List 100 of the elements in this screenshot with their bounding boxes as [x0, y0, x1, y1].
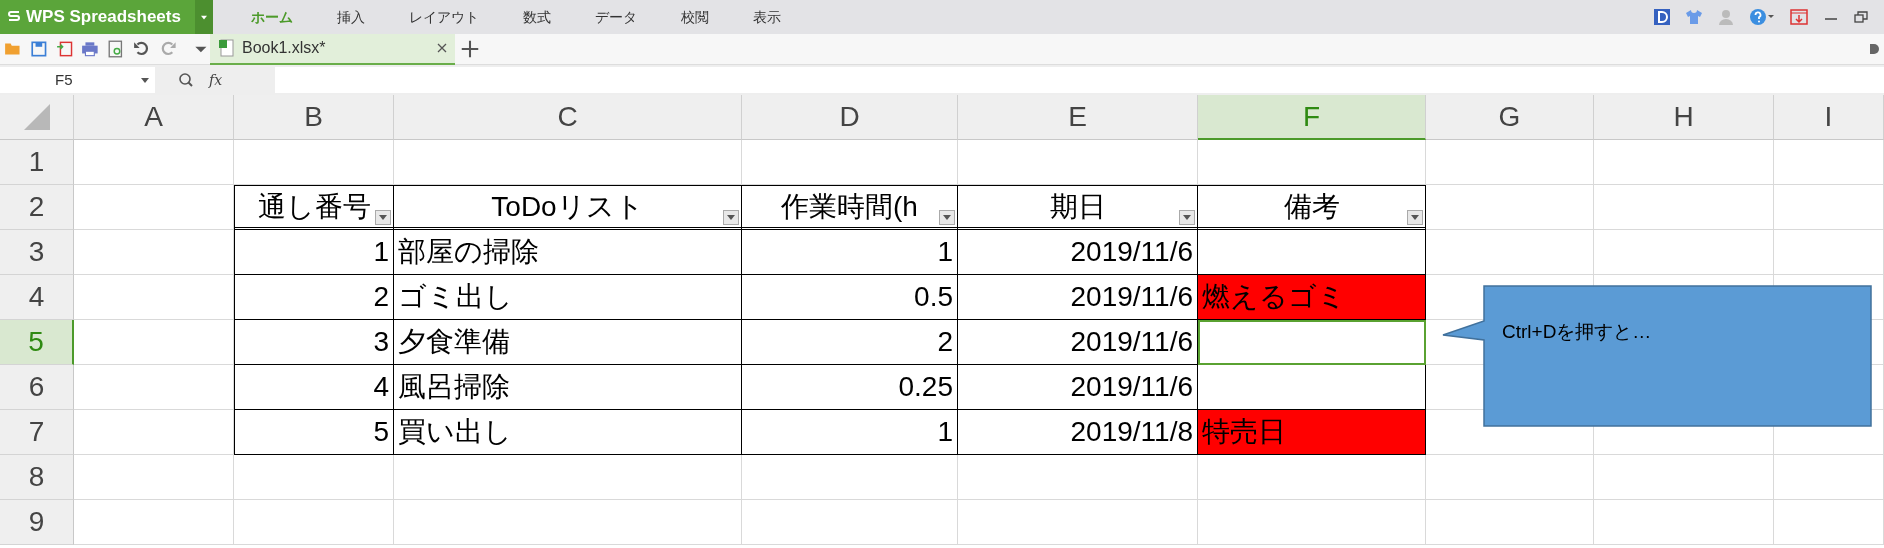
grid-cell[interactable]: [74, 185, 234, 230]
ribbon-tab[interactable]: 挿入: [314, 0, 387, 34]
grid-cell[interactable]: [1594, 185, 1774, 230]
column-header[interactable]: C: [394, 95, 742, 140]
grid-cell[interactable]: [394, 140, 742, 185]
grid-cell[interactable]: [1594, 500, 1774, 545]
search-icon[interactable]: [179, 73, 193, 87]
grid-cell[interactable]: [394, 455, 742, 500]
table-cell[interactable]: 夕食準備: [394, 320, 742, 365]
row-header[interactable]: 1: [0, 140, 74, 185]
document-tab[interactable]: Book1.xlsx*: [210, 33, 455, 65]
table-cell[interactable]: 1: [742, 230, 958, 275]
row-header[interactable]: 9: [0, 500, 74, 545]
caret-icon[interactable]: [200, 14, 207, 20]
caret-icon[interactable]: [379, 215, 387, 220]
row-header[interactable]: 6: [0, 365, 74, 410]
grid-cell[interactable]: [394, 500, 742, 545]
grid-cell[interactable]: [1198, 500, 1426, 545]
caret-icon[interactable]: [943, 215, 951, 220]
name-box[interactable]: F5: [0, 67, 155, 93]
skin-icon[interactable]: [1868, 43, 1880, 55]
ribbon-tab[interactable]: 数式: [500, 0, 573, 34]
column-header[interactable]: E: [958, 95, 1198, 140]
row-header[interactable]: 8: [0, 455, 74, 500]
select-all-icon[interactable]: [23, 104, 50, 130]
filter-button[interactable]: [375, 210, 391, 225]
grid-cell[interactable]: [234, 140, 394, 185]
grid-cell[interactable]: [1198, 140, 1426, 185]
close-icon[interactable]: [437, 43, 447, 53]
table-cell[interactable]: 2019/11/6: [958, 320, 1198, 365]
column-header[interactable]: I: [1774, 95, 1884, 140]
grid-cell[interactable]: [1774, 500, 1884, 545]
grid-cell[interactable]: [742, 455, 958, 500]
row-header[interactable]: 7: [0, 410, 74, 455]
grid-cell[interactable]: [958, 455, 1198, 500]
restore-icon[interactable]: [1854, 10, 1868, 24]
grid-cell[interactable]: [1426, 500, 1594, 545]
caret-icon[interactable]: [727, 215, 735, 220]
table-cell[interactable]: 2019/11/6: [958, 365, 1198, 410]
grid-cell[interactable]: [958, 500, 1198, 545]
table-cell[interactable]: 2: [742, 320, 958, 365]
grid-cell[interactable]: [74, 410, 234, 455]
filter-button[interactable]: [939, 210, 955, 225]
grid-cell[interactable]: [1774, 140, 1884, 185]
column-header[interactable]: B: [234, 95, 394, 140]
table-cell[interactable]: 風呂掃除: [394, 365, 742, 410]
table-cell[interactable]: 1: [742, 410, 958, 455]
ribbon-tab[interactable]: 校閲: [658, 0, 731, 34]
grid-cell[interactable]: [742, 500, 958, 545]
grid-cell[interactable]: [1426, 185, 1594, 230]
help-icon[interactable]: [1750, 9, 1774, 25]
table-cell[interactable]: ゴミ出し: [394, 275, 742, 320]
grid-cell[interactable]: [1774, 455, 1884, 500]
table-cell[interactable]: 燃えるゴミ: [1198, 275, 1426, 320]
grid-cell[interactable]: [74, 320, 234, 365]
download-icon[interactable]: [1790, 9, 1808, 25]
column-header[interactable]: A: [74, 95, 234, 140]
grid-cell[interactable]: [74, 230, 234, 275]
filter-button[interactable]: [723, 210, 739, 225]
grid-cell[interactable]: [1426, 455, 1594, 500]
grid-cell[interactable]: [1774, 230, 1884, 275]
grid-cell[interactable]: [74, 500, 234, 545]
tab-label[interactable]: Book1.xlsx*: [242, 36, 429, 60]
shirt-icon[interactable]: [1686, 9, 1702, 25]
table-cell[interactable]: 0.5: [742, 275, 958, 320]
table-cell[interactable]: [1198, 320, 1426, 365]
grid-cell[interactable]: [1594, 230, 1774, 275]
table-cell[interactable]: 0.25: [742, 365, 958, 410]
grid-cell[interactable]: [1774, 185, 1884, 230]
grid-cell[interactable]: [74, 275, 234, 320]
table-cell[interactable]: 2: [234, 275, 394, 320]
user-icon[interactable]: [1718, 9, 1734, 25]
grid-cell[interactable]: [1426, 140, 1594, 185]
preview-icon[interactable]: [107, 38, 125, 60]
table-cell[interactable]: 特売日: [1198, 410, 1426, 455]
row-header[interactable]: 2: [0, 185, 74, 230]
grid-cell[interactable]: [958, 140, 1198, 185]
table-cell[interactable]: 4: [234, 365, 394, 410]
table-cell[interactable]: 買い出し: [394, 410, 742, 455]
caret-icon[interactable]: [1411, 215, 1419, 220]
filter-button[interactable]: [1407, 210, 1423, 225]
grid-cell[interactable]: [234, 500, 394, 545]
grid-cell[interactable]: [1426, 230, 1594, 275]
column-header[interactable]: G: [1426, 95, 1594, 140]
caret-icon[interactable]: [1183, 215, 1191, 220]
table-cell[interactable]: 1: [234, 230, 394, 275]
grid-cell[interactable]: [1594, 140, 1774, 185]
grid-cell[interactable]: [74, 140, 234, 185]
table-cell[interactable]: 3: [234, 320, 394, 365]
grid-cell[interactable]: [1594, 455, 1774, 500]
function-label[interactable]: fx: [209, 69, 223, 91]
column-header[interactable]: H: [1594, 95, 1774, 140]
ribbon-tab[interactable]: レイアウト: [386, 0, 501, 34]
column-header[interactable]: D: [742, 95, 958, 140]
grid-cell[interactable]: [1198, 455, 1426, 500]
grid-cell[interactable]: [74, 365, 234, 410]
table-cell[interactable]: 部屋の掃除: [394, 230, 742, 275]
grid-cell[interactable]: [74, 455, 234, 500]
grid-cell[interactable]: [234, 455, 394, 500]
plus-icon[interactable]: [459, 38, 481, 60]
